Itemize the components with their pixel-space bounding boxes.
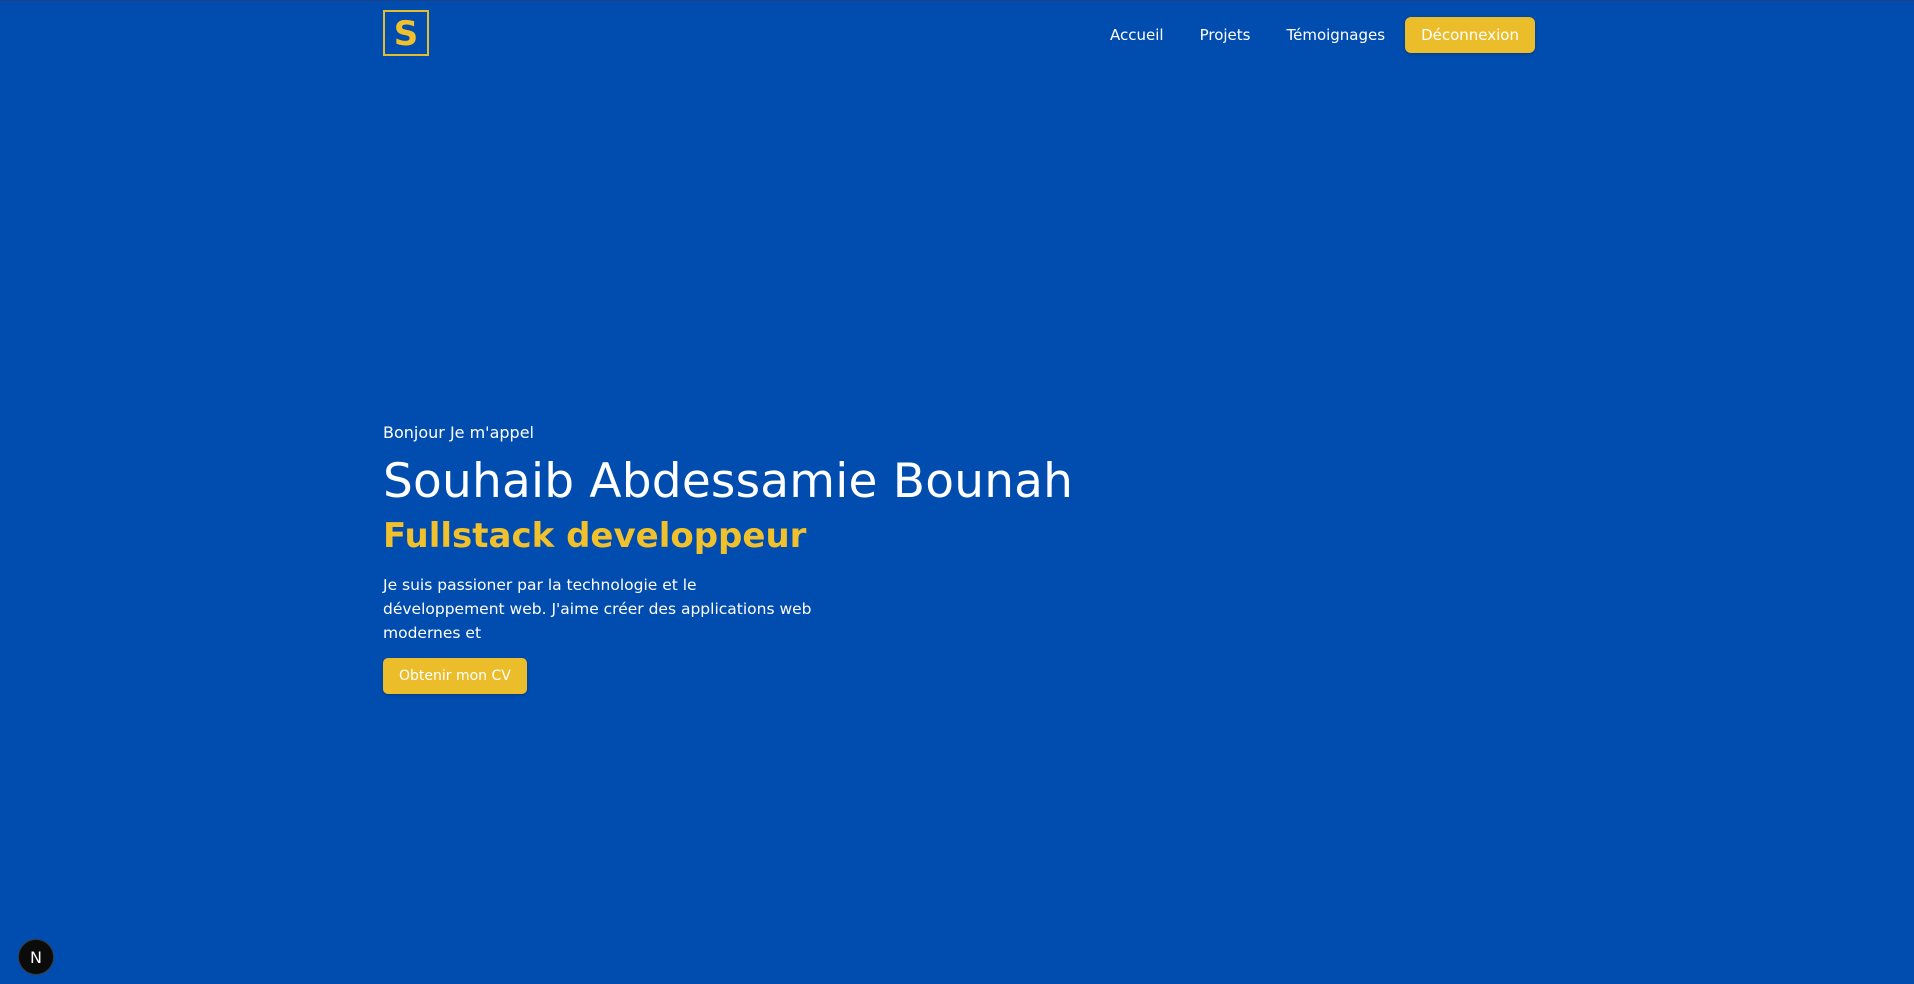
top-border-line [0,0,1914,1]
main-nav: Accueil Projets Témoignages Déconnexion [1110,17,1535,53]
site-logo[interactable]: S [383,10,429,56]
nav-link-accueil[interactable]: Accueil [1110,26,1164,44]
logo-letter: S [393,13,419,54]
get-cv-button[interactable]: Obtenir mon CV [383,658,527,694]
nav-link-temoignages[interactable]: Témoignages [1286,26,1385,44]
hero-greeting: Bonjour Je m'appel [383,423,534,442]
nav-link-projets[interactable]: Projets [1200,26,1251,44]
hero-description: Je suis passioner par la technologie et … [383,576,812,642]
n-logo-icon: N [30,947,42,967]
hero-role: Fullstack developpeur [383,516,807,556]
hero-section: Bonjour Je m'appel Souhaib Abdessamie Bo… [383,420,1283,694]
hero-name: Souhaib Abdessamie Bounah [383,454,1074,509]
logout-button[interactable]: Déconnexion [1405,17,1535,53]
nextjs-dev-badge[interactable]: N [18,939,54,975]
